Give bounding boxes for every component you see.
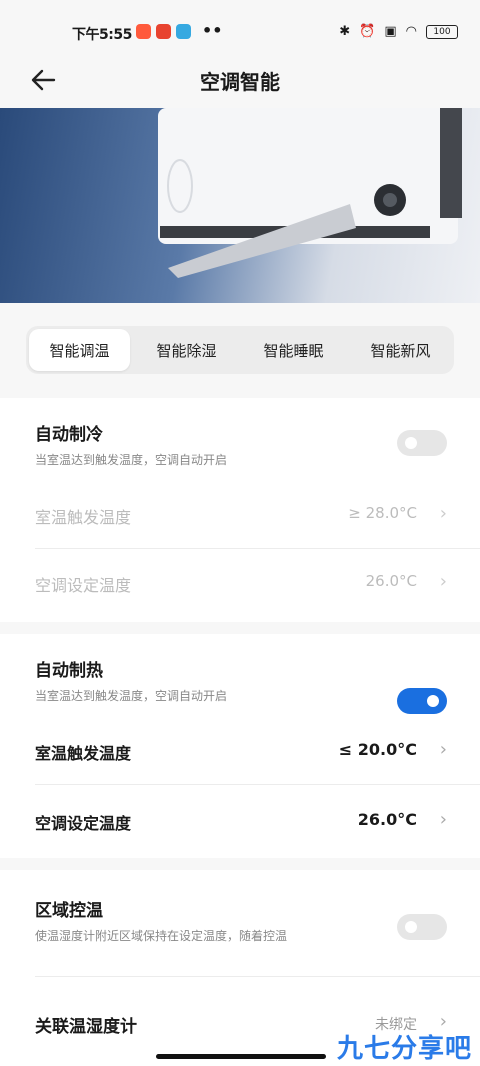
- auto-heat-subtitle: 当室温达到触发温度，空调自动开启: [35, 689, 228, 703]
- alarm-icon: ⏰: [359, 24, 376, 39]
- nfc-icon: ▣: [384, 24, 397, 39]
- chevron-right-icon: ›: [439, 809, 447, 830]
- auto-heat-row: 自动制热 当室温达到触发温度，空调自动开启: [35, 656, 447, 714]
- auto-cool-toggle[interactable]: [397, 430, 447, 456]
- auto-heat-toggle[interactable]: [397, 688, 447, 714]
- status-time: 下午5:55: [72, 27, 132, 43]
- divider: [35, 976, 480, 977]
- zone-control-row: 区域控温 使温湿度计附近区域保持在设定温度，随着控温: [35, 896, 355, 945]
- heat-trigger-temp-value: ≤ 20.0°C: [338, 740, 417, 759]
- heat-set-temp-row[interactable]: 空调设定温度 26.0°C ›: [35, 809, 447, 834]
- status-bar: 下午5:55 •• ✱ ⏰ ▣ ◠ 100: [0, 0, 480, 60]
- divider: [35, 784, 480, 785]
- air-conditioner-banner: [0, 108, 480, 303]
- app-notification-icon: [156, 24, 171, 39]
- cool-set-temp-value: 26.0°C: [365, 572, 417, 590]
- auto-heat-title: 自动制热: [35, 661, 103, 681]
- home-indicator[interactable]: [156, 1054, 326, 1059]
- chevron-right-icon: ›: [439, 571, 447, 592]
- cool-trigger-temp-row[interactable]: 室温触发温度 ≥ 28.0°C ›: [35, 503, 447, 528]
- auto-cool-title: 自动制冷: [35, 425, 103, 445]
- watermark-logo: 九七分享吧: [336, 1034, 472, 1064]
- zone-control-subtitle: 使温湿度计附近区域保持在设定温度，随着控温: [35, 929, 288, 943]
- auto-cool-row: 自动制冷 当室温达到触发温度，空调自动开启: [35, 420, 447, 469]
- air-conditioner-illustration: [158, 108, 462, 278]
- auto-cool-subtitle: 当室温达到触发温度，空调自动开启: [35, 453, 228, 467]
- divider: [35, 548, 480, 549]
- tab-smart-temperature[interactable]: 智能调温: [29, 329, 130, 371]
- zone-control-title: 区域控温: [35, 901, 103, 921]
- tab-smart-dehumidify[interactable]: 智能除湿: [136, 329, 237, 371]
- mode-tabs: 智能调温 智能除湿 智能睡眠 智能新风: [26, 326, 454, 374]
- heat-set-temp-value: 26.0°C: [357, 810, 417, 829]
- zone-control-toggle[interactable]: [397, 914, 447, 940]
- bluetooth-icon: ✱: [339, 24, 351, 39]
- chevron-right-icon: ›: [439, 503, 447, 524]
- page-title: 空调智能: [200, 70, 280, 94]
- tab-smart-fresh-air[interactable]: 智能新风: [350, 329, 451, 371]
- heat-trigger-temp-row[interactable]: 室温触发温度 ≤ 20.0°C ›: [35, 739, 447, 764]
- auto-cool-card: 自动制冷 当室温达到触发温度，空调自动开启 室温触发温度 ≥ 28.0°C › …: [0, 398, 480, 622]
- tab-smart-sleep[interactable]: 智能睡眠: [243, 329, 344, 371]
- more-notifications-icon: ••: [202, 21, 223, 40]
- cool-trigger-temp-value: ≥ 28.0°C: [348, 504, 417, 522]
- top-bar: 空调智能: [0, 60, 480, 106]
- cool-set-temp-row[interactable]: 空调设定温度 26.0°C ›: [35, 571, 447, 596]
- chevron-right-icon: ›: [439, 739, 447, 760]
- auto-heat-card: 自动制热 当室温达到触发温度，空调自动开启 室温触发温度 ≤ 20.0°C › …: [0, 634, 480, 858]
- battery-icon: 100: [426, 24, 458, 39]
- app-notification-icon: [136, 24, 151, 39]
- app-notification-icon: [176, 24, 191, 39]
- wifi-icon: ◠: [405, 24, 417, 39]
